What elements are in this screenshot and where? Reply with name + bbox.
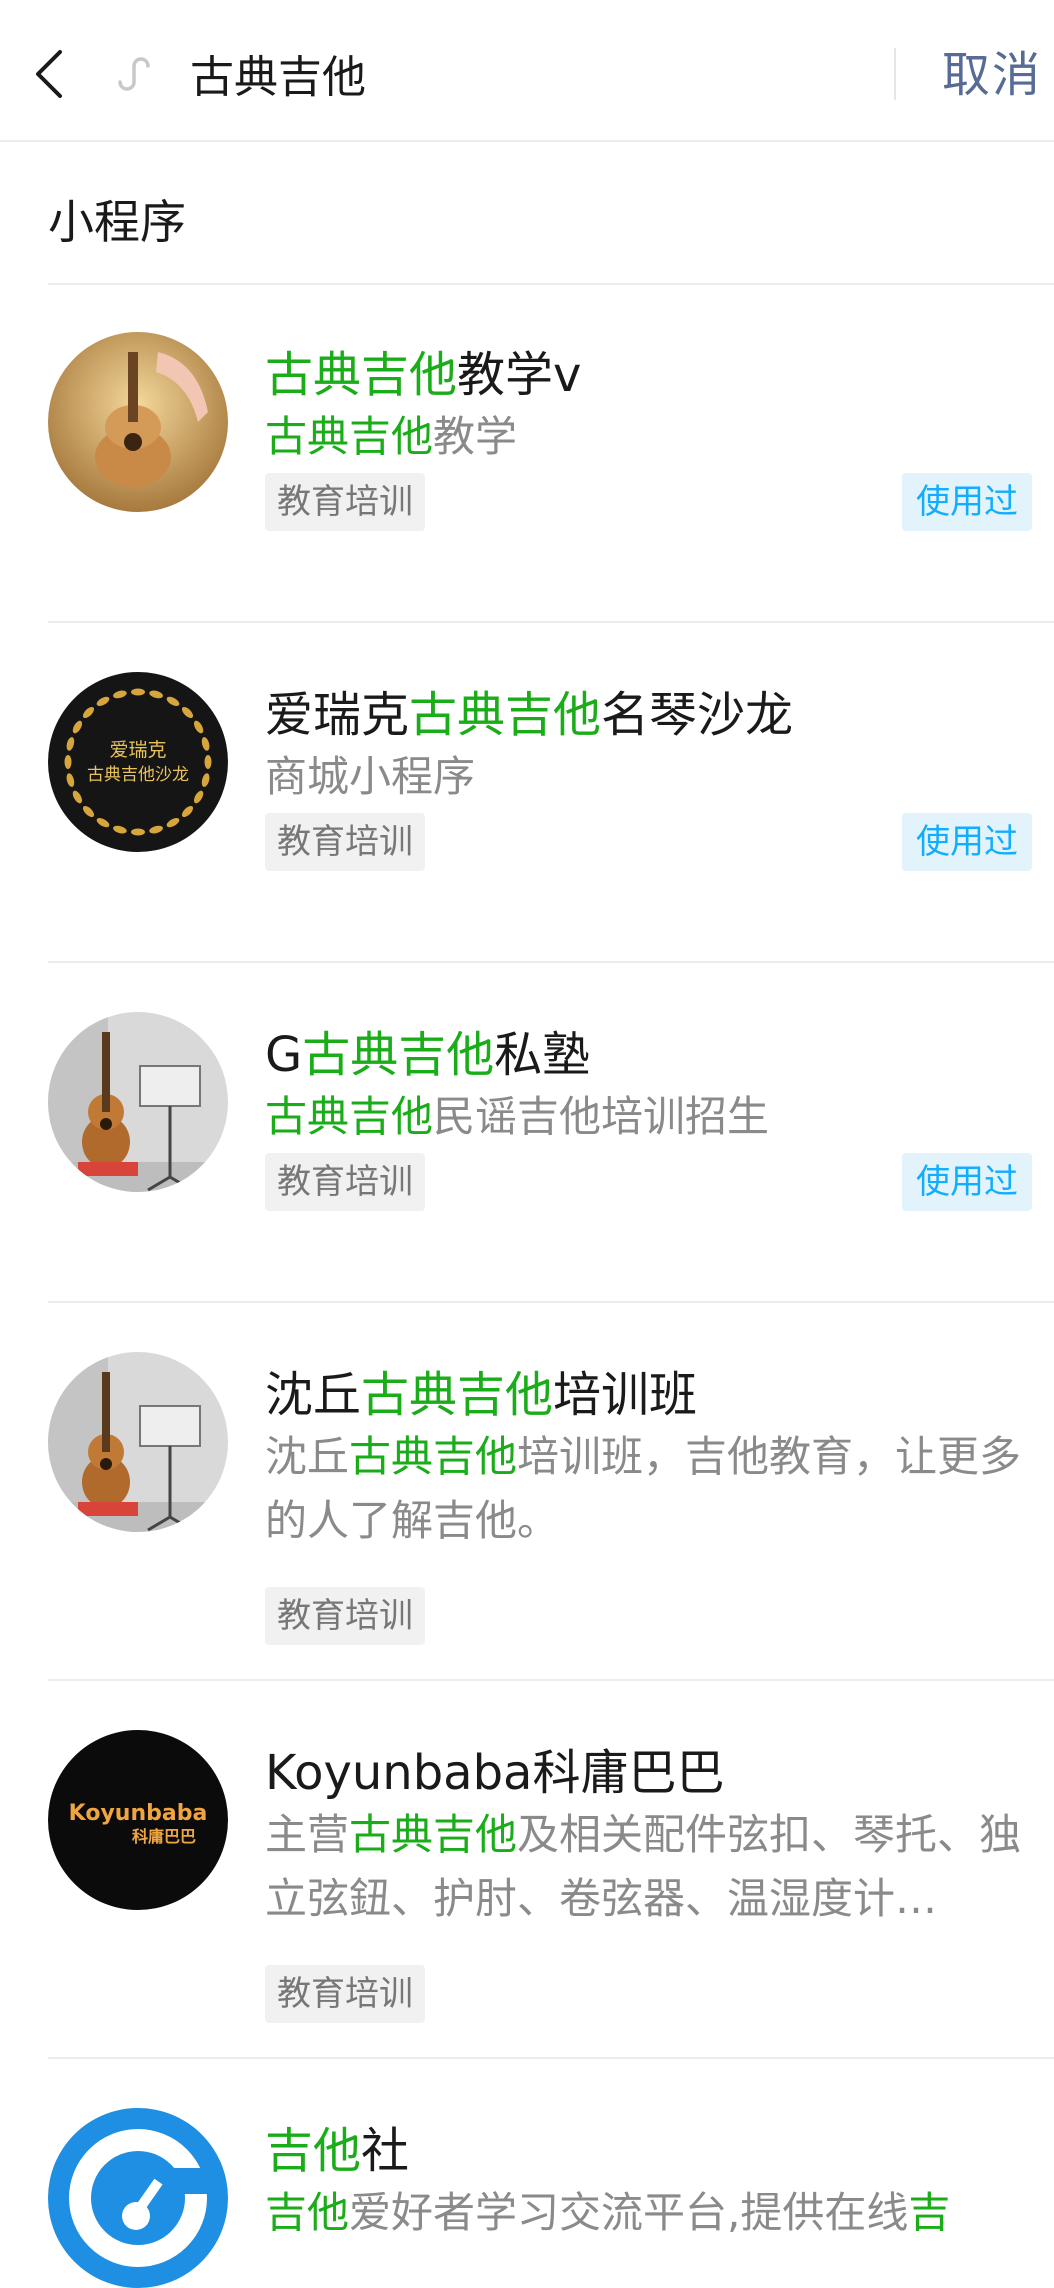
result-divider [48,1301,1054,1303]
result-divider [48,2057,1054,2059]
result-title: Koyunbaba科庸巴巴 [265,1745,725,1801]
result-item[interactable]: 爱瑞克 古典吉他沙龙 爱瑞克古典吉他名琴沙龙商城小程序教育培训 使用过 [0,625,1054,963]
result-title: 爱瑞克古典吉他名琴沙龙 [265,687,794,743]
result-avatar [48,2108,228,2288]
result-description: 古典吉他教学 [265,412,518,461]
search-bar: 取消 [0,0,1054,142]
cancel-button[interactable]: 取消 [942,40,1042,110]
result-description: 沈丘古典吉他培训班，吉他教育，让更多的人了解吉他。 [265,1432,1022,1545]
result-title: G古典吉他私塾 [265,1027,591,1083]
result-avatar [48,1012,228,1192]
result-item[interactable]: G古典吉他私塾古典吉他民谣吉他培训招生教育培训 使用过 [0,965,1054,1303]
result-item[interactable]: 古典吉他教学v 古典吉他教学教育培训 使用过 [0,285,1054,623]
search-bar-divider [894,48,896,100]
category-tag: 教育培训 [265,813,425,871]
result-avatar: 爱瑞克 古典吉他沙龙 [48,672,228,852]
result-description: 主营古典吉他及相关配件弦扣、琴托、独立弦鈕、护肘、卷弦器、温湿度计… [265,1810,1022,1923]
svg-text:科庸巴巴: 科庸巴巴 [132,1827,196,1846]
result-item[interactable]: 吉他社吉他爱好者学习交流平台,提供在线吉 [0,2061,1054,2288]
result-divider [48,961,1054,963]
result-divider [48,1679,1054,1681]
result-divider [48,621,1054,623]
search-input[interactable] [190,38,850,108]
used-badge: 使用过 [902,473,1032,531]
back-icon[interactable] [30,46,70,102]
result-avatar: Koyunbaba 科庸巴巴 [48,1730,228,1910]
mini-program-icon [112,52,156,96]
result-description: 古典吉他民谣吉他培训招生 [265,1092,770,1141]
svg-text:古典吉他沙龙: 古典吉他沙龙 [87,765,189,785]
result-title: 沈丘古典吉他培训班 [265,1367,698,1423]
result-item[interactable]: 沈丘古典吉他培训班沈丘古典吉他培训班，吉他教育，让更多的人了解吉他。教育培训 [0,1305,1054,1681]
category-tag: 教育培训 [265,1965,425,2023]
result-description: 吉他爱好者学习交流平台,提供在线吉 [265,2188,951,2237]
svg-text:爱瑞克: 爱瑞克 [109,739,166,761]
result-title: 古典吉他教学v [265,347,582,403]
section-title: 小程序 [48,195,186,249]
result-avatar [48,332,228,512]
category-tag: 教育培训 [265,473,425,531]
category-tag: 教育培训 [265,1587,425,1645]
result-item[interactable]: Koyunbaba 科庸巴巴 Koyunbaba科庸巴巴主营古典吉他及相关配件弦… [0,1683,1054,2059]
used-badge: 使用过 [902,813,1032,871]
result-title: 吉他社 [265,2123,410,2179]
result-description: 商城小程序 [265,752,476,801]
used-badge: 使用过 [902,1153,1032,1211]
result-avatar [48,1352,228,1532]
category-tag: 教育培训 [265,1153,425,1211]
svg-text:Koyunbaba: Koyunbaba [69,1801,208,1826]
